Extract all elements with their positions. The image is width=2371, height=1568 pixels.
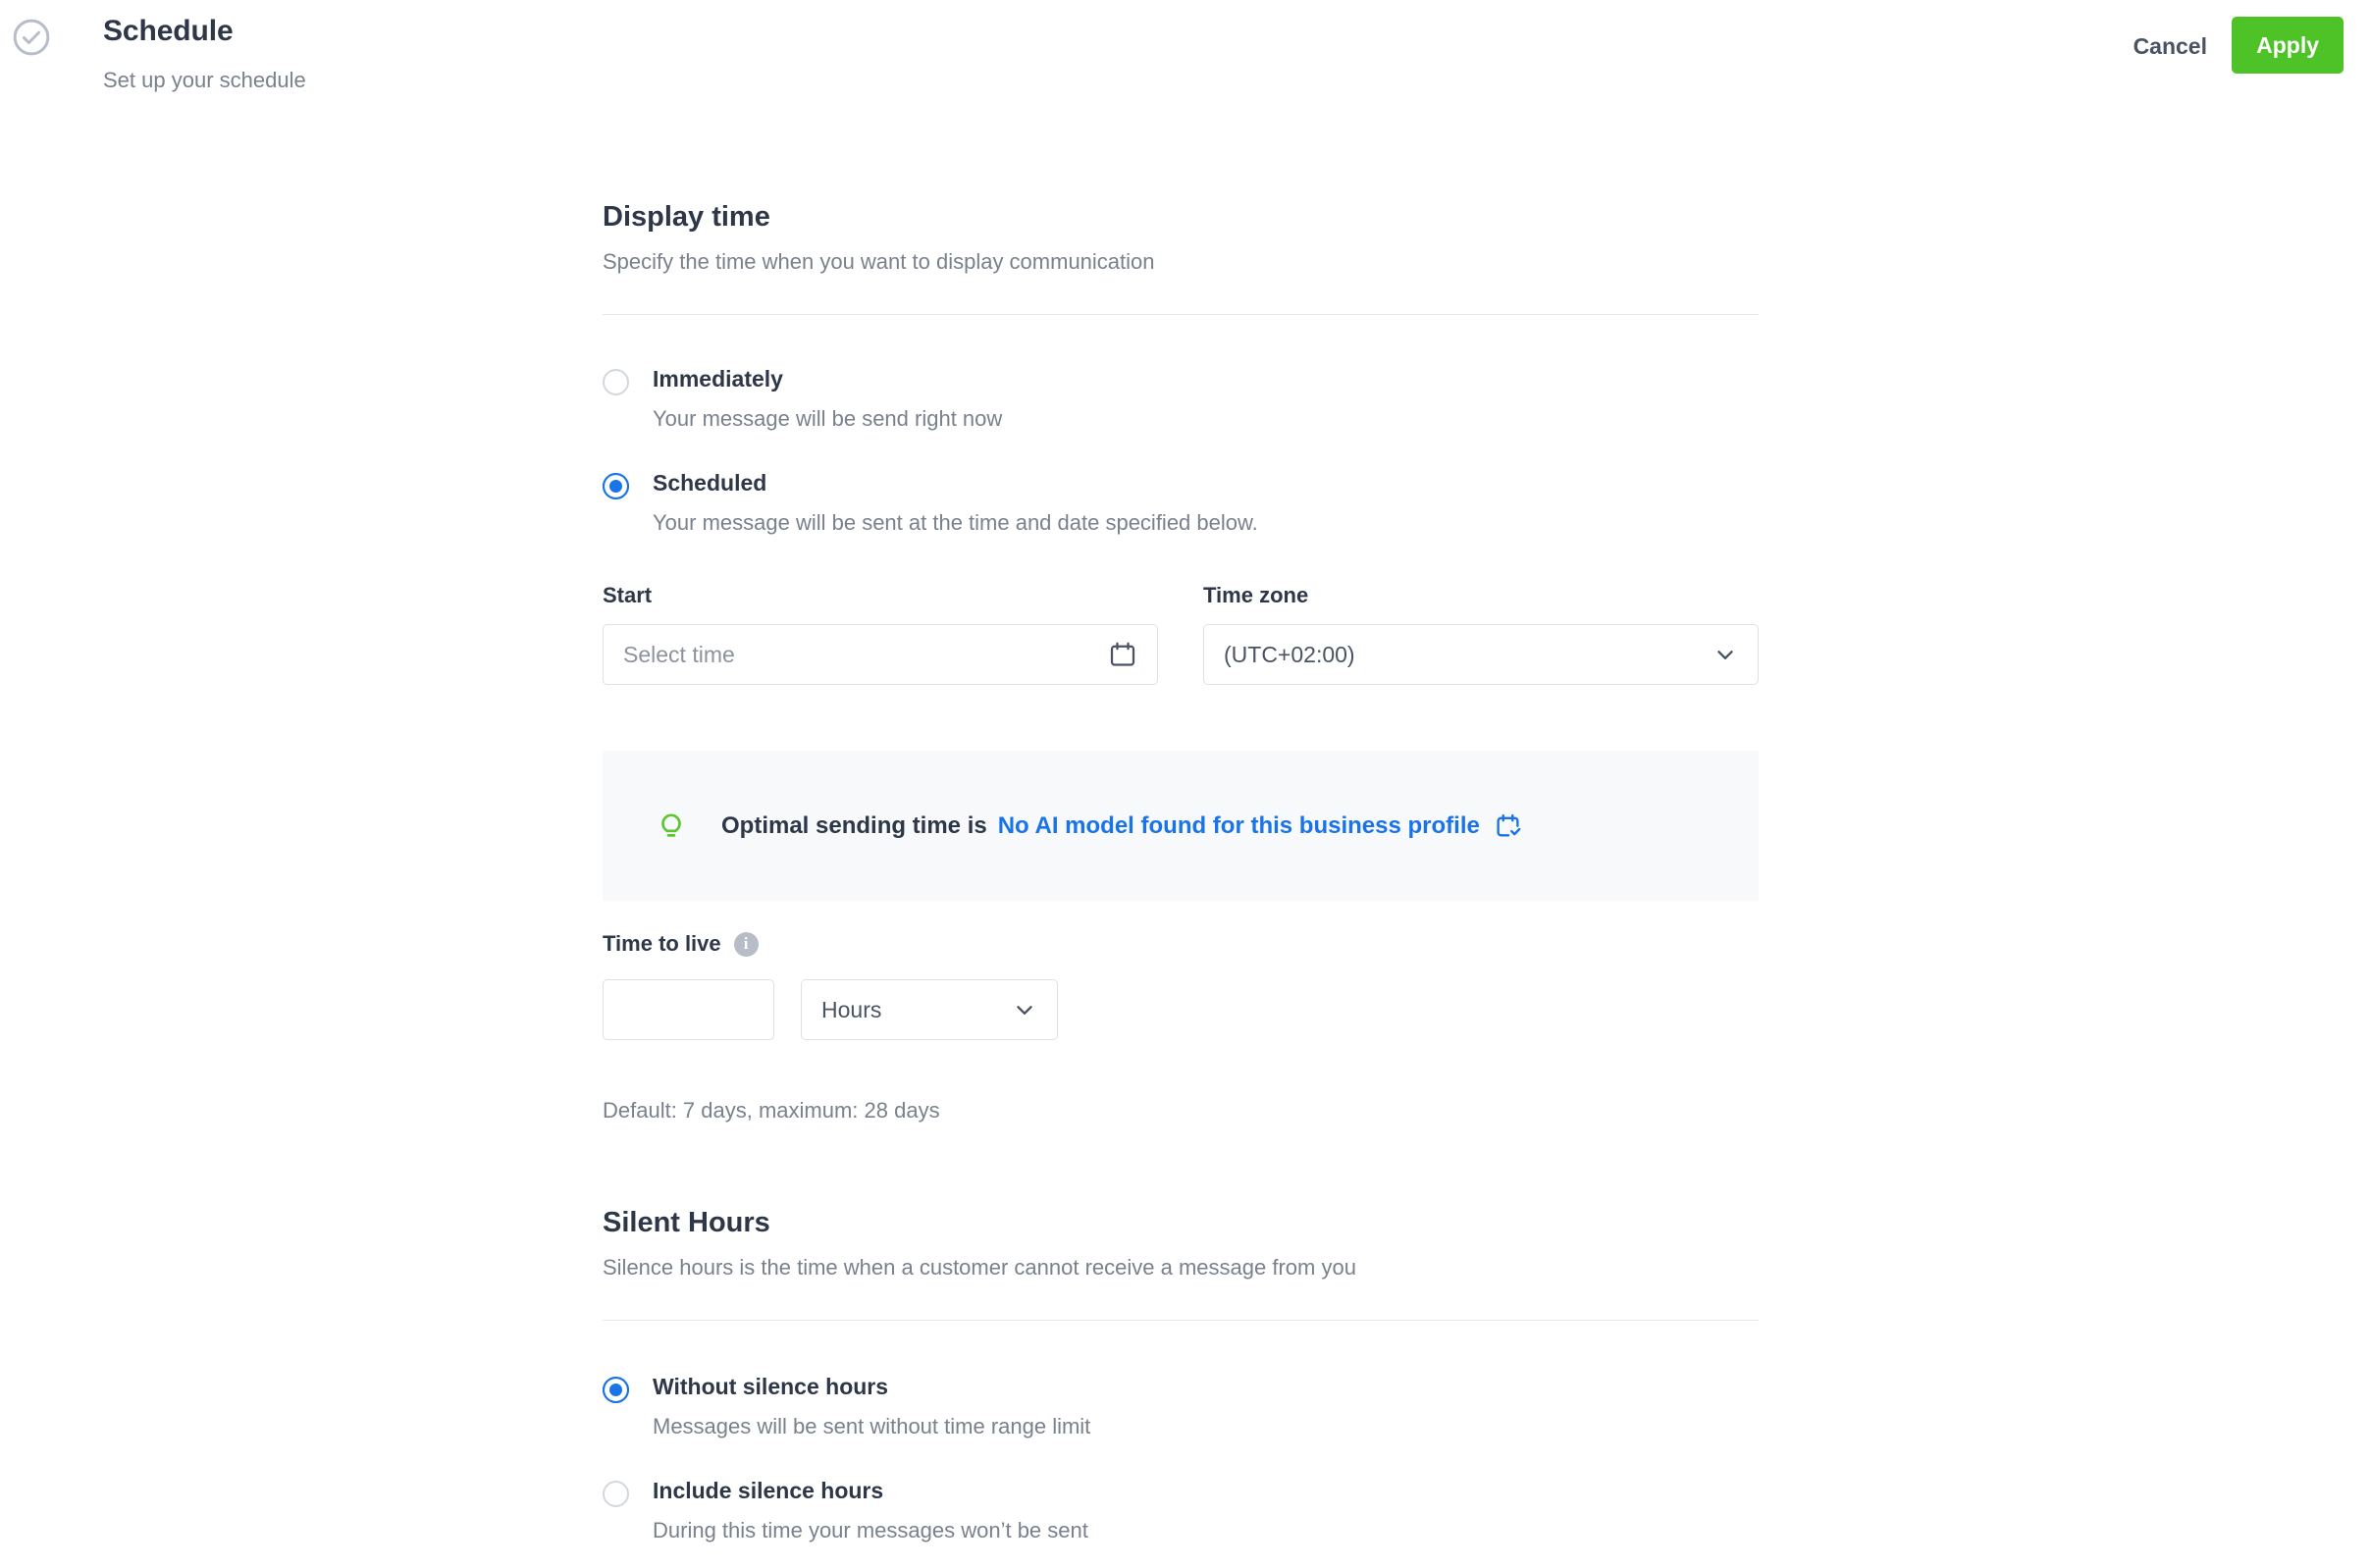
chevron-down-icon[interactable] xyxy=(1012,997,1037,1022)
silent-hours-subtitle: Silence hours is the time when a custome… xyxy=(603,1253,1759,1282)
radio-include-silence-control[interactable] xyxy=(603,1481,629,1507)
cancel-button[interactable]: Cancel xyxy=(2130,27,2211,66)
radio-scheduled-control[interactable] xyxy=(603,473,629,499)
no-ai-model-link[interactable]: No AI model found for this business prof… xyxy=(998,812,1480,840)
radio-scheduled-label[interactable]: Scheduled xyxy=(653,469,1258,497)
radio-immediately-label[interactable]: Immediately xyxy=(653,365,1002,392)
radio-immediately-description: Your message will be send right now xyxy=(653,405,1002,433)
radio-immediately-text: Immediately Your message will be send ri… xyxy=(653,365,1002,433)
radio-option-without-silence-hours[interactable]: Without silence hours Messages will be s… xyxy=(603,1373,1759,1440)
start-input-wrapper[interactable] xyxy=(603,624,1158,685)
start-field: Start xyxy=(603,583,1158,685)
radio-option-include-silence-hours[interactable]: Include silence hours During this time y… xyxy=(603,1477,1759,1544)
check-circle-icon xyxy=(10,16,53,59)
silent-hours-divider xyxy=(603,1320,1759,1321)
schedule-page: Schedule Set up your schedule Cancel App… xyxy=(0,0,2371,1568)
time-to-live-section: Time to live i Hours Default: 7 days, ma… xyxy=(603,931,1759,1124)
timezone-label: Time zone xyxy=(1203,583,1759,608)
time-to-live-controls: Hours xyxy=(603,979,1759,1040)
time-to-live-helper: Default: 7 days, maximum: 28 days xyxy=(603,1097,1759,1124)
radio-without-silence-label[interactable]: Without silence hours xyxy=(653,1373,1090,1400)
page-title: Schedule xyxy=(103,14,234,49)
radio-without-silence-text: Without silence hours Messages will be s… xyxy=(653,1373,1090,1440)
radio-immediately-control[interactable] xyxy=(603,369,629,395)
apply-button[interactable]: Apply xyxy=(2232,17,2344,74)
time-to-live-label: Time to live i xyxy=(603,931,1759,957)
silent-hours-title: Silent Hours xyxy=(603,1205,1759,1240)
chevron-down-icon[interactable] xyxy=(1712,642,1738,667)
radio-include-silence-text: Include silence hours During this time y… xyxy=(653,1477,1088,1544)
optimal-sending-time-label: Optimal sending time is xyxy=(721,811,987,841)
optimal-sending-time-banner: Optimal sending time is No AI model foun… xyxy=(603,751,1759,901)
display-time-subtitle: Specify the time when you want to displa… xyxy=(603,247,1759,277)
display-time-divider xyxy=(603,314,1759,315)
silent-hours-section: Silent Hours Silence hours is the time w… xyxy=(603,1205,1759,1321)
time-to-live-unit-select[interactable]: Hours xyxy=(801,979,1058,1040)
timezone-value: (UTC+02:00) xyxy=(1224,642,1712,668)
radio-scheduled-description: Your message will be sent at the time an… xyxy=(653,509,1258,537)
calendar-check-icon[interactable] xyxy=(1494,811,1523,841)
page-header: Schedule Set up your schedule Cancel App… xyxy=(0,0,2371,94)
radio-option-scheduled[interactable]: Scheduled Your message will be sent at t… xyxy=(603,469,1759,537)
time-to-live-label-text: Time to live xyxy=(603,931,721,957)
time-to-live-amount-input[interactable] xyxy=(603,979,774,1040)
timezone-field: Time zone (UTC+02:00) xyxy=(1203,583,1759,685)
start-label: Start xyxy=(603,583,1158,608)
timezone-select[interactable]: (UTC+02:00) xyxy=(1203,624,1759,685)
info-icon[interactable]: i xyxy=(734,932,759,957)
display-time-title: Display time xyxy=(603,199,1759,235)
radio-include-silence-description: During this time your messages won’t be … xyxy=(653,1517,1088,1544)
start-input[interactable] xyxy=(623,642,1108,668)
radio-scheduled-text: Scheduled Your message will be sent at t… xyxy=(653,469,1258,537)
radio-without-silence-control[interactable] xyxy=(603,1377,629,1403)
radio-without-silence-description: Messages will be sent without time range… xyxy=(653,1413,1090,1440)
calendar-icon[interactable] xyxy=(1108,640,1137,669)
page-subtitle: Set up your schedule xyxy=(103,67,306,94)
time-to-live-unit-value: Hours xyxy=(821,997,1012,1023)
radio-include-silence-label[interactable]: Include silence hours xyxy=(653,1477,1088,1504)
radio-option-immediately[interactable]: Immediately Your message will be send ri… xyxy=(603,365,1759,433)
display-time-section: Display time Specify the time when you w… xyxy=(603,199,1759,315)
lightbulb-icon xyxy=(655,810,688,843)
